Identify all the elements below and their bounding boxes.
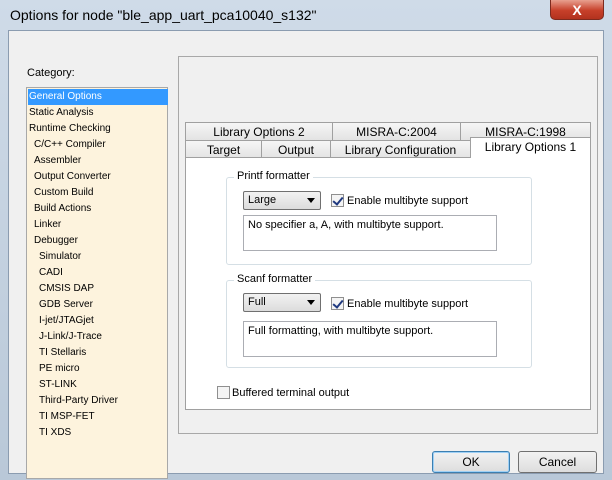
tab-misra-c-2004[interactable]: MISRA-C:2004 xyxy=(332,122,461,140)
cancel-button[interactable]: Cancel xyxy=(518,451,597,473)
scanf-multibyte-label: Enable multibyte support xyxy=(347,298,469,310)
printf-formatter-value: Large xyxy=(248,194,277,206)
tab-library-options-1[interactable]: Library Options 1 xyxy=(470,137,591,158)
scanf-formatter-value: Full xyxy=(248,296,266,308)
title-bar[interactable]: Options for node "ble_app_uart_pca10040_… xyxy=(0,0,612,30)
category-item-ti-xds[interactable]: TI XDS xyxy=(28,425,178,441)
chevron-down-icon xyxy=(307,198,315,203)
close-button[interactable]: X xyxy=(550,0,604,20)
category-item-jlink-jtrace[interactable]: J-Link/J-Trace xyxy=(28,329,178,345)
printf-multibyte-checkbox[interactable] xyxy=(331,194,344,207)
options-dialog: Options for node "ble_app_uart_pca10040_… xyxy=(0,0,612,480)
category-item-cpp-compiler[interactable]: C/C++ Compiler xyxy=(28,137,173,153)
category-label: Category: xyxy=(27,67,75,79)
category-item-general-options[interactable]: General Options xyxy=(28,89,168,105)
category-item-cadi[interactable]: CADI xyxy=(28,265,178,281)
tab-library-options-2[interactable]: Library Options 2 xyxy=(185,122,333,140)
tab-library-configuration[interactable]: Library Configuration xyxy=(330,140,471,158)
printf-description: No specifier a, A, with multibyte suppor… xyxy=(243,215,497,251)
scanf-description-text: Full formatting, with multibyte support. xyxy=(248,325,434,337)
tab-target[interactable]: Target xyxy=(185,140,262,158)
category-item-linker[interactable]: Linker xyxy=(28,217,173,233)
printf-description-text: No specifier a, A, with multibyte suppor… xyxy=(248,219,444,231)
category-item-output-converter[interactable]: Output Converter xyxy=(28,169,173,185)
category-item-third-party-driver[interactable]: Third-Party Driver xyxy=(28,393,178,409)
category-item-ti-stellaris[interactable]: TI Stellaris xyxy=(28,345,178,361)
category-item-debugger[interactable]: Debugger xyxy=(28,233,173,249)
category-item-cmsis-dap[interactable]: CMSIS DAP xyxy=(28,281,178,297)
scanf-multibyte-checkbox[interactable] xyxy=(331,297,344,310)
category-item-runtime-checking[interactable]: Runtime Checking xyxy=(28,121,168,137)
category-item-st-link[interactable]: ST-LINK xyxy=(28,377,178,393)
category-item-ti-msp-fet[interactable]: TI MSP-FET xyxy=(28,409,178,425)
category-item-ijet-jtagjet[interactable]: I-jet/JTAGjet xyxy=(28,313,178,329)
scanf-formatter-select[interactable]: Full xyxy=(243,293,321,312)
close-icon: X xyxy=(572,1,582,18)
chevron-down-icon xyxy=(307,300,315,305)
category-item-build-actions[interactable]: Build Actions xyxy=(28,201,173,217)
category-item-static-analysis[interactable]: Static Analysis xyxy=(28,105,168,121)
category-item-simulator[interactable]: Simulator xyxy=(28,249,178,265)
buffered-terminal-output-checkbox[interactable] xyxy=(217,386,230,399)
category-item-gdb-server[interactable]: GDB Server xyxy=(28,297,178,313)
scanf-formatter-legend: Scanf formatter xyxy=(234,273,316,285)
printf-multibyte-label: Enable multibyte support xyxy=(347,195,469,207)
category-list[interactable]: General Options Static Analysis Runtime … xyxy=(26,87,168,479)
category-item-custom-build[interactable]: Custom Build xyxy=(28,185,173,201)
window-title: Options for node "ble_app_uart_pca10040_… xyxy=(10,7,317,23)
printf-formatter-select[interactable]: Large xyxy=(243,191,321,210)
tab-output[interactable]: Output xyxy=(261,140,331,158)
scanf-description: Full formatting, with multibyte support. xyxy=(243,321,497,357)
category-item-pe-micro[interactable]: PE micro xyxy=(28,361,178,377)
ok-button[interactable]: OK xyxy=(432,451,510,473)
printf-formatter-legend: Printf formatter xyxy=(234,170,313,182)
buffered-terminal-output-label: Buffered terminal output xyxy=(232,387,350,399)
category-item-assembler[interactable]: Assembler xyxy=(28,153,173,169)
